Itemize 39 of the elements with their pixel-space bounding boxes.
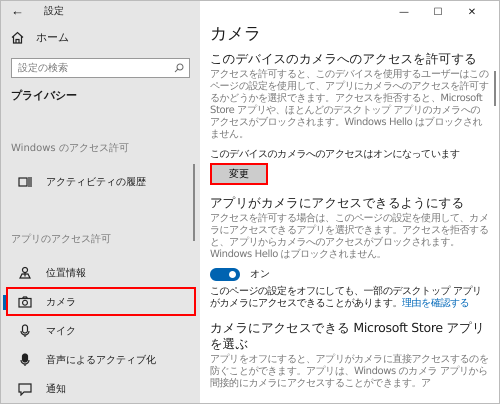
scrollbar[interactable]: [193, 164, 195, 241]
home-link[interactable]: ホーム: [36, 30, 69, 45]
microphone-icon: [18, 324, 32, 338]
nav-item[interactable]: 音声によるアクティブ化: [6, 345, 196, 374]
home-icon: [11, 31, 24, 44]
description: アクセスを許可すると、このデバイスを使用するユーザーはこのページの設定を使用して、アプリにカメラへのアクセスを許可するかどうかを選択できます。アクセスを拒否すると、Microsoft Store アプリや、ほとんどのデスクトップ アプリのカメラへのアクセスがブロックされます。Windows Hello はブロックされません。: [210, 69, 489, 141]
search-field[interactable]: 設定の検索: [11, 58, 190, 78]
change-button[interactable]: 変更: [210, 163, 268, 185]
learn-more-link[interactable]: 理由を確認する: [402, 298, 470, 309]
page-title: カメラ: [210, 23, 262, 45]
timeline-icon: [18, 174, 32, 188]
window-control-button[interactable]: —: [387, 6, 421, 18]
note-text: このページの設定をオフにしても、一部のデスクトップ アプリがカメラにアクセスできることがあります。理由を確認する: [210, 286, 483, 310]
message-icon: [18, 382, 32, 396]
section-heading: カメラにアクセスできる Microsoft Store アプリを選ぶ: [210, 320, 486, 352]
group-heading: アプリのアクセス許可: [10, 232, 112, 246]
window-title: 設定: [44, 4, 64, 18]
location-icon: [18, 266, 32, 280]
section-heading: アプリがカメラにアクセスできるようにする: [210, 195, 466, 211]
scrollbar[interactable]: [494, 71, 496, 106]
nav-item[interactable]: アクティビティの履歴: [6, 167, 196, 196]
section-title: プライバシー: [10, 88, 78, 103]
nav-item[interactable]: カメラ: [6, 287, 196, 316]
nav-item[interactable]: 位置情報: [6, 258, 196, 287]
window-control-button[interactable]: ✕: [455, 6, 489, 18]
description: アクセスを許可する場合は、このページの設定を使用して、カメラにアクセスできるアプリを選択できます。アクセスを拒否すると、アプリからカメラへのアクセスがブロックされます。Windows Hello はブロックされません。: [210, 213, 489, 261]
back-button[interactable]: ←: [11, 3, 24, 18]
nav-item[interactable]: マイク: [6, 316, 196, 345]
nav-item[interactable]: 通知: [6, 374, 196, 403]
toggle-switch[interactable]: [210, 268, 240, 280]
toggle-label: オン: [250, 268, 270, 281]
group-heading: Windows のアクセス許可: [10, 142, 130, 155]
search-icon: [174, 63, 184, 73]
camera-icon: [18, 294, 32, 308]
microphone-icon: [18, 352, 32, 366]
section-heading: このデバイスのカメラへのアクセスを許可する: [210, 51, 478, 67]
status-text: このデバイスのカメラへのアクセスはオンになっています: [210, 149, 461, 161]
window-control-button[interactable]: ☐: [421, 6, 455, 18]
description: アプリをオフにすると、アプリがカメラに直接アクセスするのを防ぐことができます。アプリは、Windows のカメラ アプリから間接的にカメラにアクセスすることができます。ア: [210, 354, 489, 390]
